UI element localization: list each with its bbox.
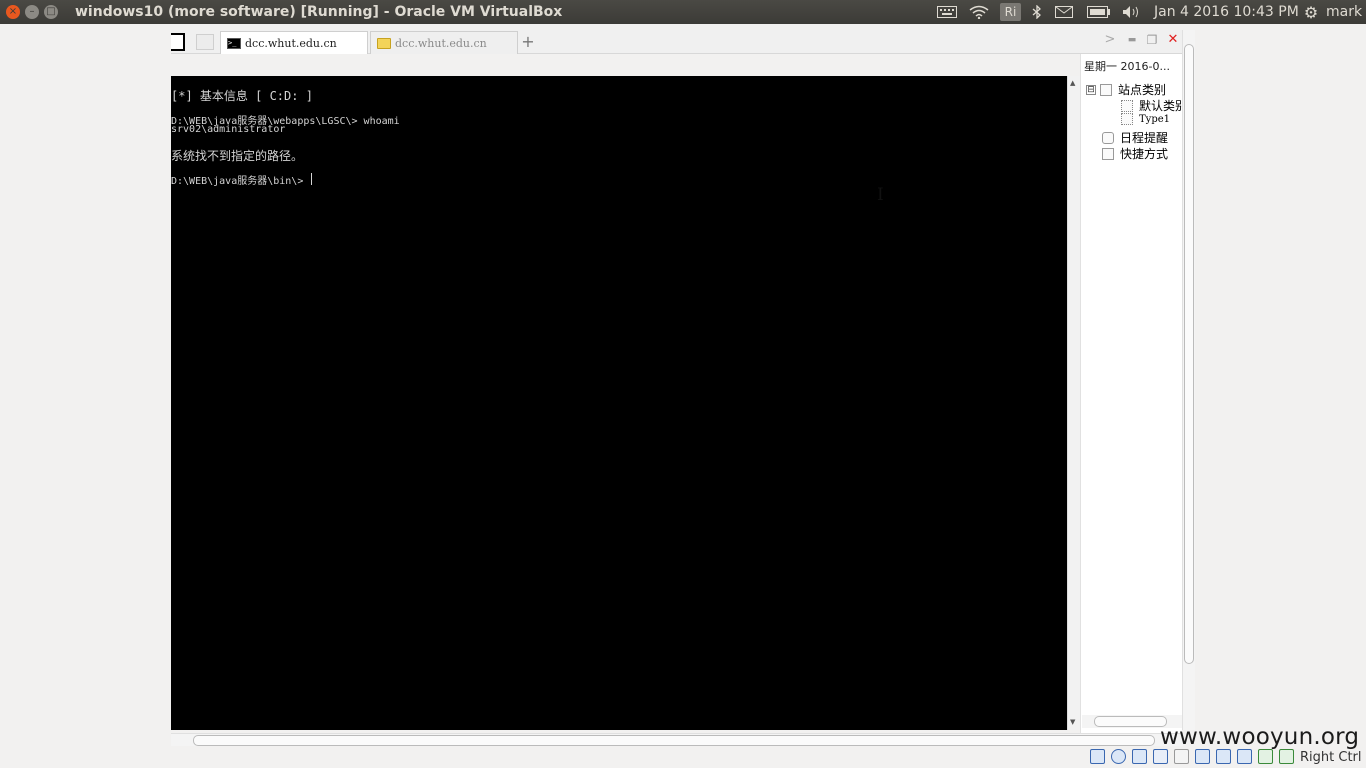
network-icon[interactable] (1216, 749, 1231, 764)
tree-item-label: 站点类别 (1118, 83, 1167, 97)
input-method-indicator[interactable]: Ri (1000, 3, 1021, 21)
vm-display-margin (0, 24, 171, 744)
tree-item-label: 默认类别 (1139, 99, 1188, 113)
ubuntu-top-panel: × – □ windows10 (more software) [Running… (0, 0, 1366, 24)
sidebar-date: 星期一 2016-0... (1084, 60, 1170, 73)
tree-item-label: Type1 (1139, 113, 1171, 125)
host-key-label: Right Ctrl (1300, 750, 1362, 765)
window-title: windows10 (more software) [Running] - Or… (75, 4, 563, 20)
window-maximize-button[interactable]: □ (44, 5, 58, 19)
tree-item-schedule[interactable]: 日程提醒 (1102, 129, 1168, 146)
cpu-icon[interactable] (1237, 749, 1252, 764)
terminal-icon: >_ (227, 37, 241, 49)
tab-terminal[interactable]: >_ dcc.whut.edu.cn (220, 31, 368, 54)
schedule-icon (1102, 131, 1114, 144)
category-icon (1121, 99, 1133, 112)
text-caret (311, 173, 313, 185)
window-close-button[interactable]: × (6, 5, 20, 19)
shortcut-icon (1102, 147, 1114, 160)
scrollbar-thumb[interactable] (1184, 44, 1194, 664)
keyboard-icon[interactable] (936, 3, 958, 21)
terminal-scrollbar[interactable]: ▲ ▼ (1067, 76, 1080, 730)
tree-item-label: 日程提醒 (1120, 131, 1169, 145)
folder-icon (377, 37, 391, 49)
shared-folders-icon[interactable] (1153, 749, 1168, 764)
tree-item-label: 快捷方式 (1120, 147, 1169, 161)
scrollbar-thumb[interactable] (193, 735, 1155, 746)
window-minimize-button[interactable]: – (25, 5, 39, 19)
prompt-text: D:\WEB\java服务器\bin\> (171, 176, 310, 187)
tree-item-site-categories[interactable]: ⊟ 站点类别 (1086, 81, 1166, 98)
tree-item-shortcuts[interactable]: 快捷方式 (1102, 145, 1168, 162)
wifi-icon[interactable] (968, 3, 990, 21)
terminal-line: [*] 基本信息 [ C:D: ] (171, 89, 313, 103)
close-button[interactable]: ✕ (1166, 32, 1180, 48)
watermark: www.wooyun.org (1160, 724, 1360, 750)
terminal-output[interactable]: [*] 基本信息 [ C:D: ] D:\WEB\java服务器\webapps… (171, 76, 1067, 730)
collapse-toggle-icon[interactable]: ⊟ (1086, 84, 1096, 95)
video-capture-icon[interactable] (1195, 749, 1210, 764)
tab-label: dcc.whut.edu.cn (395, 36, 487, 50)
display-icon[interactable] (1174, 749, 1189, 764)
scroll-up-icon[interactable]: ▲ (1070, 79, 1075, 87)
tab-list-button[interactable] (196, 34, 214, 50)
ibeam-cursor-icon: I (877, 185, 884, 205)
page-vertical-scrollbar[interactable] (1182, 30, 1195, 730)
mouse-integration-icon[interactable] (1258, 749, 1273, 764)
tab-label: dcc.whut.edu.cn (245, 36, 337, 50)
usb-icon[interactable] (1132, 749, 1147, 764)
user-name[interactable]: mark (1326, 3, 1362, 21)
category-icon (1100, 83, 1112, 96)
new-tab-button[interactable]: + (521, 33, 535, 51)
terminal-line: srv02\administrator (171, 124, 286, 135)
volume-icon[interactable] (1121, 3, 1143, 21)
optical-drive-icon[interactable] (1111, 749, 1126, 764)
battery-icon[interactable] (1086, 3, 1112, 21)
minimize-button[interactable]: ▬ (1125, 32, 1139, 48)
mail-icon[interactable] (1054, 3, 1074, 21)
scroll-down-icon[interactable]: ▼ (1070, 718, 1075, 726)
bluetooth-icon[interactable] (1030, 3, 1044, 21)
restore-button[interactable]: ❐ (1145, 32, 1159, 48)
chevron-right-icon[interactable]: > (1103, 32, 1117, 48)
tree-item-type1[interactable]: Type1 (1121, 113, 1170, 125)
terminal-line: 系统找不到指定的路径。 (171, 149, 304, 163)
category-icon (1121, 113, 1133, 125)
hard-disk-icon[interactable] (1090, 749, 1105, 764)
scrollbar-thumb[interactable] (1094, 716, 1167, 727)
terminal-prompt[interactable]: D:\WEB\java服务器\bin\> (171, 172, 313, 187)
page-horizontal-scrollbar[interactable] (171, 733, 1183, 746)
keyboard-capture-icon[interactable] (1279, 749, 1294, 764)
clock[interactable]: Jan 4 2016 10:43 PM (1154, 3, 1299, 21)
tab-partial-left[interactable] (171, 33, 185, 51)
tree-item-default-category[interactable]: 默认类别 (1121, 97, 1187, 114)
tab-file-manager[interactable]: dcc.whut.edu.cn (370, 31, 518, 54)
gear-icon[interactable]: ⚙ (1301, 3, 1321, 22)
